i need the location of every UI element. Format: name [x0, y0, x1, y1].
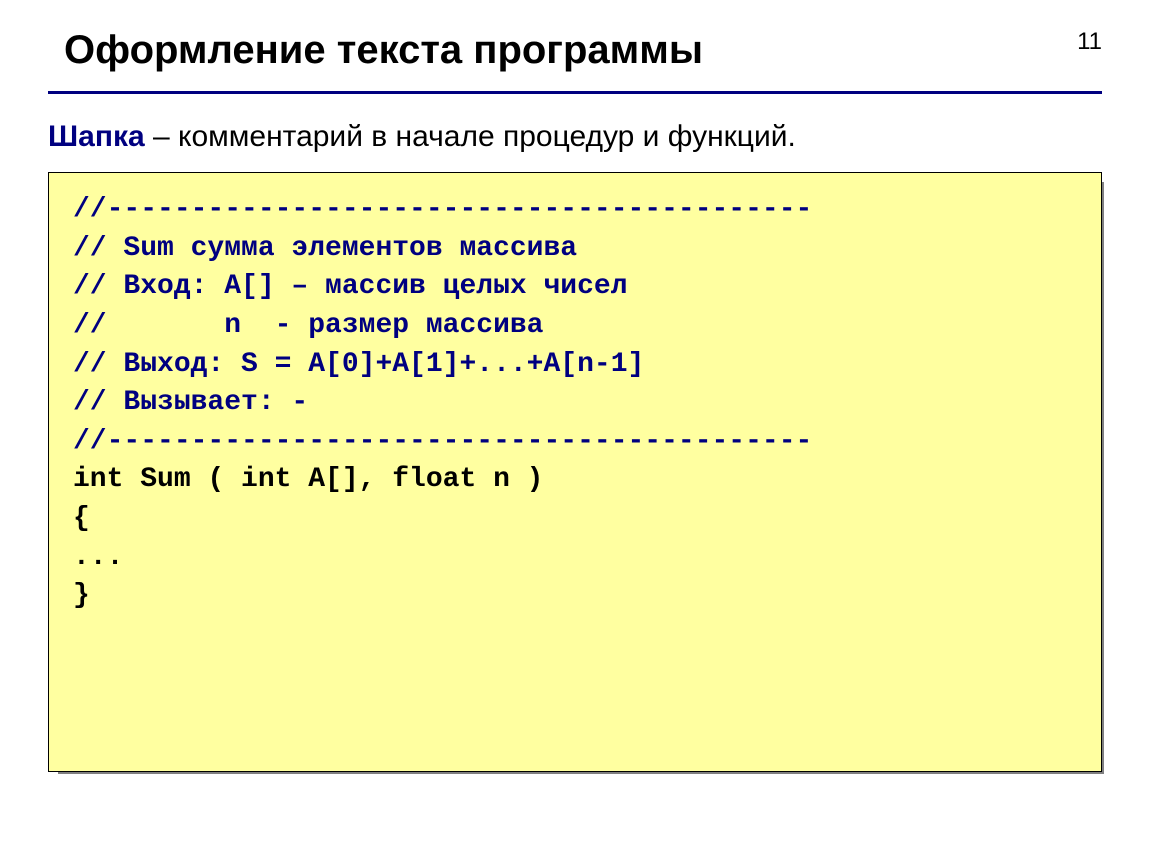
code-comment-line: // Выход: S = A[0]+A[1]+...+A[n-1]	[73, 349, 644, 380]
code-line: {	[73, 503, 90, 534]
title-rule	[48, 91, 1102, 94]
code-comment-line: // Вызывает: -	[73, 387, 308, 418]
code-comment-line: //--------------------------------------…	[73, 426, 812, 457]
subtitle-rest: – комментарий в начале процедур и функци…	[145, 120, 796, 153]
code-block-wrapper: //--------------------------------------…	[48, 172, 1102, 772]
code-line: ...	[73, 542, 123, 573]
slide-title: Оформление текста программы	[48, 28, 1102, 91]
page-number: 11	[1077, 28, 1102, 56]
code-comment-line: //--------------------------------------…	[73, 194, 812, 225]
code-comment-line: // n - размер массива	[73, 310, 543, 341]
code-block: //--------------------------------------…	[48, 172, 1102, 772]
subtitle: Шапка – комментарий в начале процедур и …	[48, 120, 1102, 154]
slide: 11 Оформление текста программы Шапка – к…	[0, 0, 1150, 864]
code-comment-line: // Вход: A[] – массив целых чисел	[73, 271, 628, 302]
code-comment-line: // Sum сумма элементов массива	[73, 233, 577, 264]
code-line: int Sum ( int A[], float n )	[73, 464, 543, 495]
subtitle-lead: Шапка	[48, 120, 145, 153]
code-line: }	[73, 580, 90, 611]
